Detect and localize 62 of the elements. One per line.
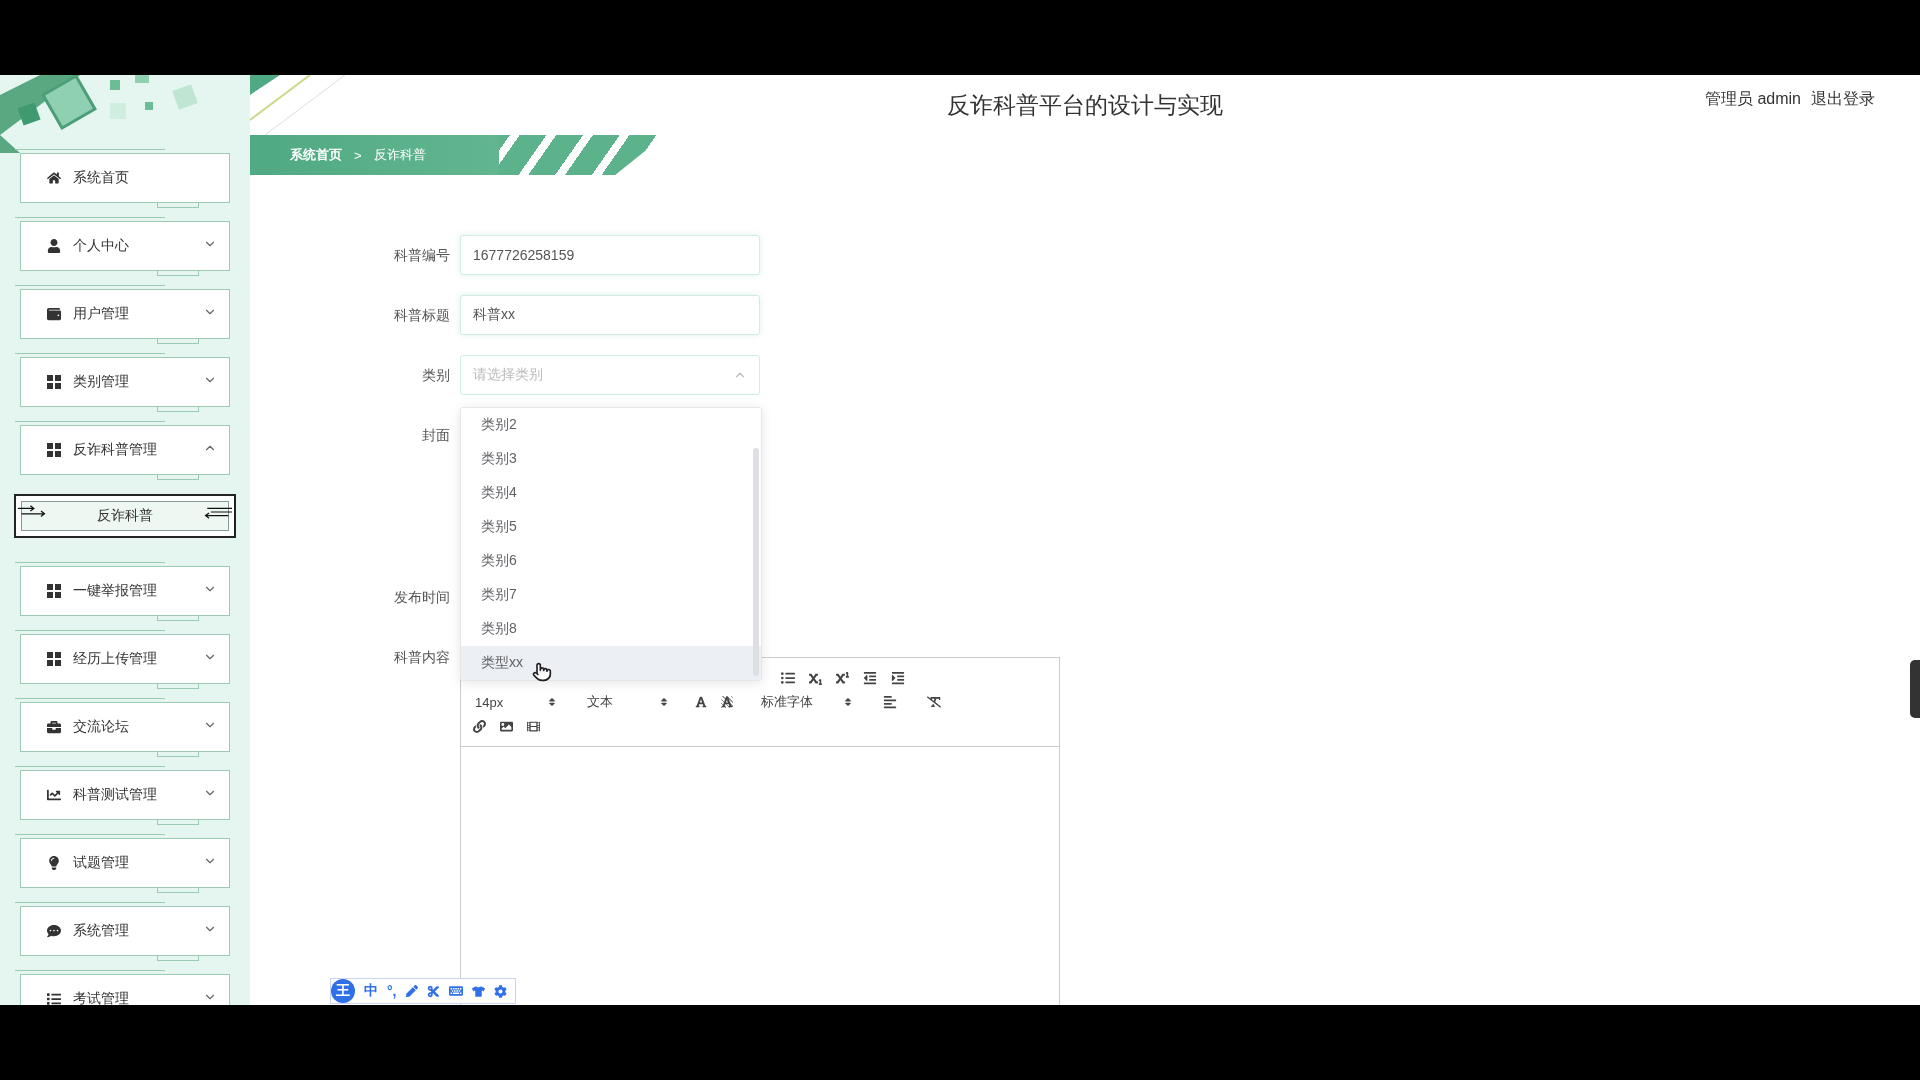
logout-link[interactable]: 退出登录 [1811, 89, 1875, 110]
link-button[interactable] [473, 719, 486, 733]
video-button[interactable] [527, 719, 540, 733]
dropdown-option[interactable]: 类别2 [461, 408, 761, 442]
keyboard-icon[interactable] [448, 984, 463, 998]
chat-icon [47, 924, 61, 938]
dropdown-option[interactable]: 类别6 [461, 544, 761, 578]
briefcase-icon [47, 720, 61, 734]
field-label: 发布时间 [393, 588, 450, 607]
wallet-icon [47, 307, 61, 321]
image-button[interactable] [500, 719, 513, 733]
dropdown-option[interactable]: 类别5 [461, 510, 761, 544]
superscript-button[interactable] [836, 671, 849, 685]
sort-arrows-icon [659, 697, 669, 707]
scissors-icon[interactable] [426, 984, 440, 998]
font-size-picker[interactable]: 14px [473, 694, 557, 710]
ime-logo[interactable]: 王 [331, 979, 355, 1003]
grid-icon [47, 652, 61, 666]
field-label: 类别 [421, 366, 450, 385]
align-button[interactable] [883, 695, 897, 709]
scrollbar-thumb[interactable] [753, 448, 759, 676]
input-field[interactable]: 科普xx [460, 295, 760, 335]
background-color-button[interactable] [721, 696, 733, 708]
sort-arrows-icon [547, 697, 557, 707]
shirt-icon[interactable] [471, 984, 485, 998]
breadcrumb-separator: > [354, 147, 362, 163]
field-label: 科普标题 [393, 306, 450, 325]
pen-icon[interactable] [405, 985, 418, 997]
grid-icon [47, 375, 61, 389]
sort-arrows-icon [843, 697, 853, 707]
field-label: 科普内容 [393, 648, 450, 667]
field-label: 封面 [421, 426, 450, 445]
dropdown-option[interactable]: 类别3 [461, 442, 761, 476]
bullet-list-button[interactable] [781, 671, 795, 685]
lightbulb-icon [47, 856, 61, 870]
dropdown-option[interactable]: 类型xx [461, 646, 761, 680]
user-label: 管理员 admin [1704, 89, 1801, 109]
input-field[interactable]: 1677726258159 [460, 235, 760, 275]
arrow-icon [18, 504, 48, 520]
subscript-button[interactable] [809, 671, 822, 685]
list-icon [47, 992, 61, 1005]
home-icon [47, 171, 61, 185]
ime-punctuation-button[interactable]: °, [387, 983, 397, 999]
side-tab[interactable] [1910, 660, 1920, 718]
dropdown-option[interactable]: 类别4 [461, 476, 761, 510]
ime-mode-button[interactable]: 中 [364, 982, 378, 1000]
grid-icon [47, 443, 61, 457]
font-picker[interactable]: 标准字体 [759, 693, 853, 711]
dropdown-option[interactable]: 类别8 [461, 612, 761, 646]
indent-button[interactable] [891, 671, 905, 685]
text-color-button[interactable] [695, 696, 707, 708]
sidebar-subitem[interactable]: 反诈科普 [14, 494, 236, 538]
field-label: 科普编号 [393, 246, 450, 265]
user-icon [47, 239, 61, 253]
dropdown-option[interactable]: 类别7 [461, 578, 761, 612]
page-title: 反诈科普平台的设计与实现 [947, 90, 1223, 120]
chart-icon [47, 788, 61, 802]
grid-icon [47, 584, 61, 598]
heading-picker[interactable]: 文本 [585, 693, 669, 711]
clear-format-button[interactable] [927, 695, 941, 709]
settings-icon[interactable] [493, 984, 507, 998]
outdent-button[interactable] [863, 671, 877, 685]
